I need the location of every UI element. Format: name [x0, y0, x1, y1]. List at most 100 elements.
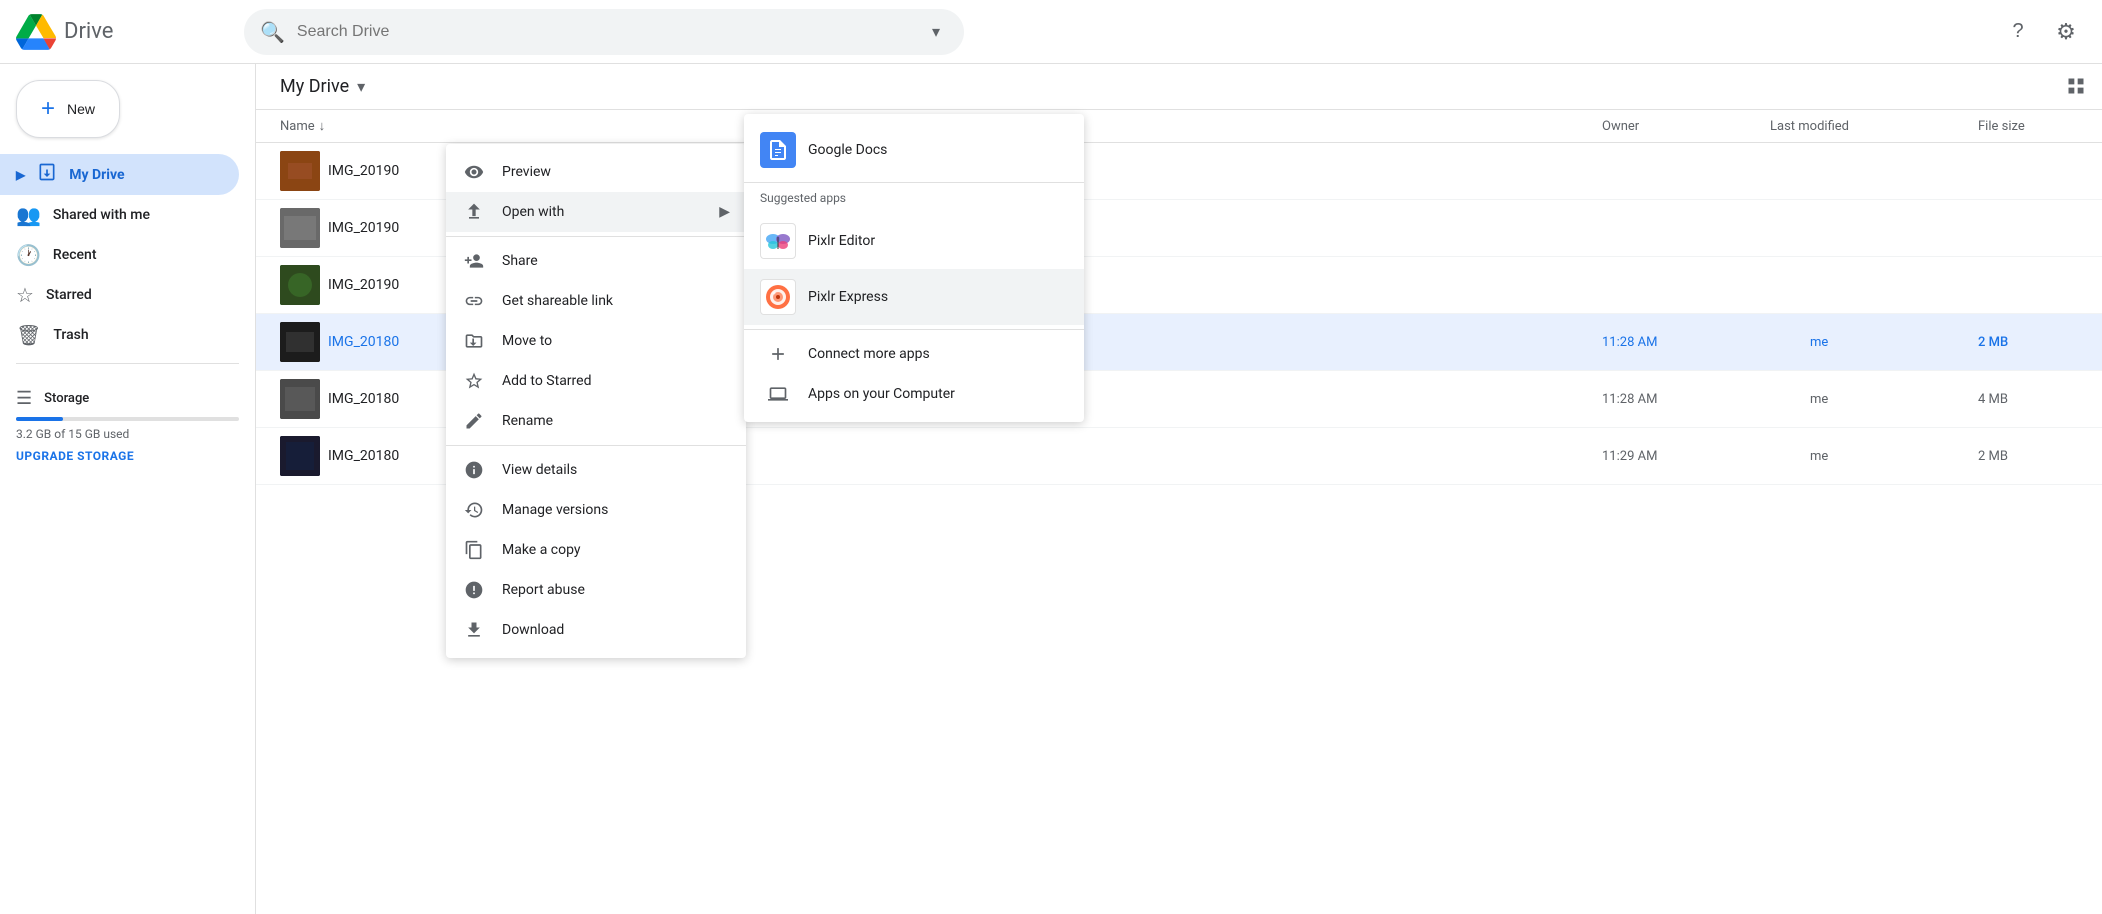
- manage-versions-label: Manage versions: [502, 502, 730, 518]
- add-starred-label: Add to Starred: [502, 373, 730, 389]
- connect-apps-label: Connect more apps: [808, 346, 930, 362]
- copy-icon: [462, 540, 486, 560]
- menu-item-rename[interactable]: Rename: [446, 401, 746, 441]
- trash-icon: 🗑: [16, 323, 41, 347]
- settings-icon: ⚙: [2056, 19, 2076, 45]
- trash-label: Trash: [53, 327, 88, 343]
- logo-area: Drive: [16, 12, 236, 52]
- open-with-label: Open with: [502, 204, 703, 220]
- menu-item-download[interactable]: Download: [446, 610, 746, 650]
- search-icon: 🔍: [260, 20, 285, 44]
- pixlr-express-icon: [760, 279, 796, 315]
- header-right: ? ⚙: [1998, 12, 2086, 52]
- report-abuse-label: Report abuse: [502, 582, 730, 598]
- sidebar-item-starred[interactable]: ☆ Starred: [0, 275, 239, 315]
- menu-item-view-details[interactable]: View details: [446, 450, 746, 490]
- star-icon: [462, 371, 486, 391]
- menu-item-shareable-link[interactable]: Get shareable link: [446, 281, 746, 321]
- storage-bar-bg: [16, 417, 239, 421]
- rename-label: Rename: [502, 413, 730, 429]
- view-details-label: View details: [502, 462, 730, 478]
- open-with-icon: [462, 202, 486, 222]
- submenu-item-pixlr-editor[interactable]: Pixlr Editor: [744, 213, 1084, 269]
- sidebar-item-recent[interactable]: 🕐 Recent: [0, 235, 239, 275]
- menu-divider-1: [446, 236, 746, 237]
- pixlr-express-label: Pixlr Express: [808, 289, 888, 305]
- eye-icon: [462, 162, 486, 182]
- plus-icon: [760, 344, 796, 364]
- computer-apps-label: Apps on your Computer: [808, 386, 955, 402]
- storage-label: ☰ Storage: [16, 388, 239, 409]
- sidebar-item-shared[interactable]: 👥 Shared with me: [0, 195, 239, 235]
- search-bar[interactable]: 🔍 ▾: [244, 9, 964, 55]
- menu-item-manage-versions[interactable]: Manage versions: [446, 490, 746, 530]
- menu-item-report-abuse[interactable]: Report abuse: [446, 570, 746, 610]
- content-area: My Drive ▾ Name ↓ Owner Last modified Fi…: [256, 64, 2102, 914]
- recent-label: Recent: [53, 247, 97, 263]
- menu-divider-2: [446, 445, 746, 446]
- share-icon: [462, 251, 486, 271]
- make-copy-label: Make a copy: [502, 542, 730, 558]
- search-dropdown-arrow[interactable]: ▾: [932, 22, 940, 41]
- storage-bar-fill: [16, 417, 63, 421]
- my-drive-icon: [37, 162, 57, 187]
- link-icon: [462, 291, 486, 311]
- shareable-link-label: Get shareable link: [502, 293, 730, 309]
- info-icon: [462, 460, 486, 480]
- my-drive-label: My Drive: [69, 167, 124, 183]
- settings-button[interactable]: ⚙: [2046, 12, 2086, 52]
- submenu-item-pixlr-express[interactable]: Pixlr Express: [744, 269, 1084, 325]
- starred-icon: ☆: [16, 283, 34, 307]
- header: Drive 🔍 ▾ ? ⚙: [0, 0, 2102, 64]
- open-with-submenu: Google Docs Suggested apps: [744, 114, 1084, 422]
- main-layout: + New ▶ My Drive 👥 Shared with me 🕐 Rece…: [0, 64, 2102, 914]
- sidebar: + New ▶ My Drive 👥 Shared with me 🕐 Rece…: [0, 64, 256, 914]
- submenu-divider-1: [744, 182, 1084, 183]
- menu-item-add-starred[interactable]: Add to Starred: [446, 361, 746, 401]
- pixlr-editor-label: Pixlr Editor: [808, 233, 875, 249]
- suggested-apps-label: Suggested apps: [744, 187, 1084, 213]
- google-docs-icon: [760, 132, 796, 168]
- starred-label: Starred: [46, 287, 92, 303]
- logo-text: Drive: [64, 19, 113, 44]
- google-docs-label: Google Docs: [808, 142, 887, 158]
- upgrade-storage-button[interactable]: UPGRADE STORAGE: [16, 449, 239, 463]
- warning-icon: [462, 580, 486, 600]
- menu-item-share[interactable]: Share: [446, 241, 746, 281]
- sidebar-divider: [16, 363, 239, 364]
- sidebar-item-trash[interactable]: 🗑 Trash: [0, 315, 239, 355]
- download-icon: [462, 620, 486, 640]
- menu-item-preview[interactable]: Preview: [446, 152, 746, 192]
- storage-section: ☰ Storage 3.2 GB of 15 GB used UPGRADE S…: [0, 372, 255, 479]
- shared-icon: 👥: [16, 203, 41, 227]
- context-menu: Preview Open with ▶ Share: [446, 144, 746, 658]
- submenu-item-connect-apps[interactable]: Connect more apps: [744, 334, 1084, 374]
- shared-label: Shared with me: [53, 207, 150, 223]
- chevron-right-icon: ▶: [16, 168, 25, 182]
- new-plus-icon: +: [41, 97, 55, 121]
- folder-move-icon: [462, 331, 486, 351]
- help-icon: ?: [2012, 20, 2023, 43]
- help-button[interactable]: ?: [1998, 12, 2038, 52]
- submenu-item-computer-apps[interactable]: Apps on your Computer: [744, 374, 1084, 414]
- drive-logo-icon: [16, 12, 56, 52]
- search-input[interactable]: [297, 23, 920, 41]
- new-button[interactable]: + New: [16, 80, 120, 138]
- context-menu-overlay: Preview Open with ▶ Share: [256, 64, 2102, 914]
- new-button-label: New: [67, 101, 95, 117]
- sidebar-item-my-drive[interactable]: ▶ My Drive: [0, 154, 239, 195]
- menu-item-make-copy[interactable]: Make a copy: [446, 530, 746, 570]
- menu-item-move-to[interactable]: Move to: [446, 321, 746, 361]
- menu-item-open-with[interactable]: Open with ▶: [446, 192, 746, 232]
- submenu-item-google-docs[interactable]: Google Docs: [744, 122, 1084, 178]
- pencil-icon: [462, 411, 486, 431]
- submenu-divider-2: [744, 329, 1084, 330]
- storage-icon: ☰: [16, 388, 32, 409]
- monitor-icon: [760, 384, 796, 404]
- preview-label: Preview: [502, 164, 730, 180]
- share-label: Share: [502, 253, 730, 269]
- pixlr-editor-icon: [760, 223, 796, 259]
- storage-text: 3.2 GB of 15 GB used: [16, 427, 239, 441]
- history-icon: [462, 500, 486, 520]
- download-label: Download: [502, 622, 730, 638]
